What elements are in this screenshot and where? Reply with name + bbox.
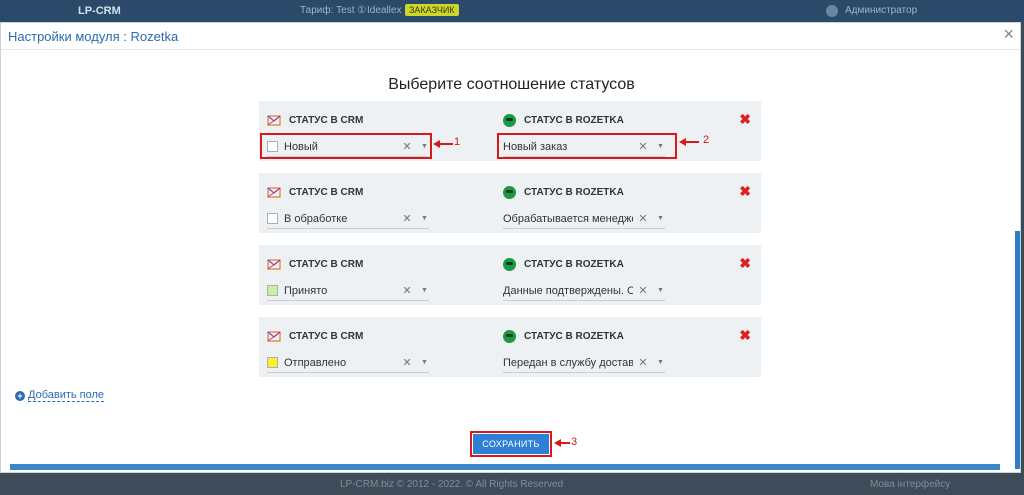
status-color-swatch <box>267 357 278 368</box>
crm-envelope-icon <box>267 259 281 270</box>
rozetka-status-select[interactable]: Данные подтверждены. Ожидает отправки ✕ … <box>503 281 665 301</box>
rozetka-status-select[interactable]: Обрабатывается менеджером ✕ ▼ <box>503 209 665 229</box>
rozetka-status-header: СТАТУС В ROZETKA <box>503 258 624 271</box>
clear-icon[interactable]: ✕ <box>401 212 413 225</box>
background-footer: LP-CRM.biz © 2012 - 2022. © All Rights R… <box>0 475 1024 495</box>
callout-arrow-icon <box>433 140 453 148</box>
crm-status-value: В обработке <box>284 212 348 225</box>
rozetka-status-label: СТАТУС В ROZETKA <box>524 331 624 342</box>
chevron-down-icon[interactable]: ▼ <box>657 359 665 366</box>
crm-envelope-icon <box>267 331 281 342</box>
save-button[interactable]: СОХРАНИТЬ <box>473 434 549 454</box>
horizontal-scrollbar[interactable] <box>10 464 1000 470</box>
clear-icon[interactable]: ✕ <box>637 212 649 225</box>
highlight-box-rozetka-select <box>497 133 677 159</box>
status-mapping-row: СТАТУС В CRM СТАТУС В ROZETKA Принято ✕ … <box>259 245 761 305</box>
chevron-down-icon[interactable]: ▼ <box>657 215 665 222</box>
callout-number: 3 <box>571 436 578 448</box>
rozetka-status-value: Данные подтверждены. Ожидает отправки <box>503 284 633 297</box>
add-field-link[interactable]: + Добавить поле <box>15 389 105 402</box>
chevron-down-icon[interactable]: ▼ <box>421 287 429 294</box>
crm-envelope-icon <box>267 187 281 198</box>
crm-status-select[interactable]: Отправлено ✕ ▼ <box>267 353 429 373</box>
callout-arrow-icon <box>679 138 699 146</box>
rozetka-status-header: СТАТУС В ROZETKA <box>503 186 624 199</box>
callout-number: 2 <box>703 134 710 146</box>
delete-row-icon[interactable]: ✖ <box>739 183 751 200</box>
rozetka-status-value: Обрабатывается менеджером <box>503 212 633 225</box>
background-user: Администратор <box>845 5 918 16</box>
callout-arrow-icon <box>554 439 570 447</box>
status-mapping-row: СТАТУС В CRM СТАТУС В ROZETKA В обработк… <box>259 173 761 233</box>
chevron-down-icon[interactable]: ▼ <box>421 215 429 222</box>
close-icon[interactable]: × <box>1003 24 1014 44</box>
crm-envelope-icon <box>267 115 281 126</box>
rozetka-status-header: СТАТУС В ROZETKA <box>503 114 624 127</box>
rozetka-logo-icon <box>503 114 516 127</box>
rozetka-logo-icon <box>503 258 516 271</box>
clear-icon[interactable]: ✕ <box>637 356 649 369</box>
modal-title: Настройки модуля : Rozetka <box>8 29 179 44</box>
rozetka-status-label: СТАТУС В ROZETKA <box>524 187 624 198</box>
section-title: Выберите соотношение статусов <box>388 76 635 93</box>
status-mapping-row: СТАТУС В CRM СТАТУС В ROZETKA Отправлено… <box>259 317 761 377</box>
highlight-box-crm-select <box>260 133 432 159</box>
chevron-down-icon[interactable]: ▼ <box>657 287 665 294</box>
modal-header: Настройки модуля : Rozetka × <box>1 23 1020 50</box>
background-mode: Ideallex <box>367 5 402 16</box>
crm-status-label: СТАТУС В CRM <box>289 258 364 270</box>
delete-row-icon[interactable]: ✖ <box>739 327 751 344</box>
crm-status-value: Отправлено <box>284 356 347 369</box>
crm-status-header: СТАТУС В CRM <box>267 186 363 198</box>
clear-icon[interactable]: ✕ <box>401 356 413 369</box>
background-tariff: Тариф: Test ① <box>300 5 367 16</box>
background-badge: ЗАКАЗЧИК <box>405 4 459 16</box>
add-field-label: Добавить поле <box>28 389 105 402</box>
rozetka-status-header: СТАТУС В ROZETKA <box>503 330 624 343</box>
rozetka-status-value: Передан в службу доставки <box>503 356 633 369</box>
rozetka-status-select[interactable]: Передан в службу доставки ✕ ▼ <box>503 353 665 373</box>
crm-status-label: СТАТУС В CRM <box>289 114 364 126</box>
crm-status-header: СТАТУС В CRM <box>267 330 363 342</box>
rozetka-status-label: СТАТУС В ROZETKA <box>524 115 624 126</box>
user-icon <box>826 5 838 17</box>
clear-icon[interactable]: ✕ <box>637 284 649 297</box>
background-logo: LP-CRM <box>78 5 121 17</box>
crm-status-select[interactable]: Принято ✕ ▼ <box>267 281 429 301</box>
background-topbar: LP-CRM Тариф: Test ① Ideallex ЗАКАЗЧИК А… <box>0 0 1024 22</box>
module-settings-modal: Настройки модуля : Rozetka × Выберите со… <box>0 22 1021 473</box>
crm-status-label: СТАТУС В CRM <box>289 186 364 198</box>
crm-status-header: СТАТУС В CRM <box>267 114 363 126</box>
callout-number: 1 <box>454 136 461 148</box>
crm-status-label: СТАТУС В CRM <box>289 330 364 342</box>
status-color-swatch <box>267 213 278 224</box>
chevron-down-icon[interactable]: ▼ <box>421 359 429 366</box>
rozetka-logo-icon <box>503 186 516 199</box>
clear-icon[interactable]: ✕ <box>401 284 413 297</box>
crm-status-select[interactable]: В обработке ✕ ▼ <box>267 209 429 229</box>
background-language: Мова інтерфейсу <box>870 479 951 490</box>
plus-circle-icon: + <box>15 390 25 401</box>
rozetka-logo-icon <box>503 330 516 343</box>
delete-row-icon[interactable]: ✖ <box>739 111 751 128</box>
crm-status-value: Принято <box>284 284 328 297</box>
status-color-swatch <box>267 285 278 296</box>
background-copyright: LP-CRM.biz © 2012 - 2022. © All Rights R… <box>340 479 564 490</box>
delete-row-icon[interactable]: ✖ <box>739 255 751 272</box>
rozetka-status-label: СТАТУС В ROZETKA <box>524 259 624 270</box>
crm-status-header: СТАТУС В CRM <box>267 258 363 270</box>
modal-scrollbar[interactable] <box>1015 231 1020 469</box>
